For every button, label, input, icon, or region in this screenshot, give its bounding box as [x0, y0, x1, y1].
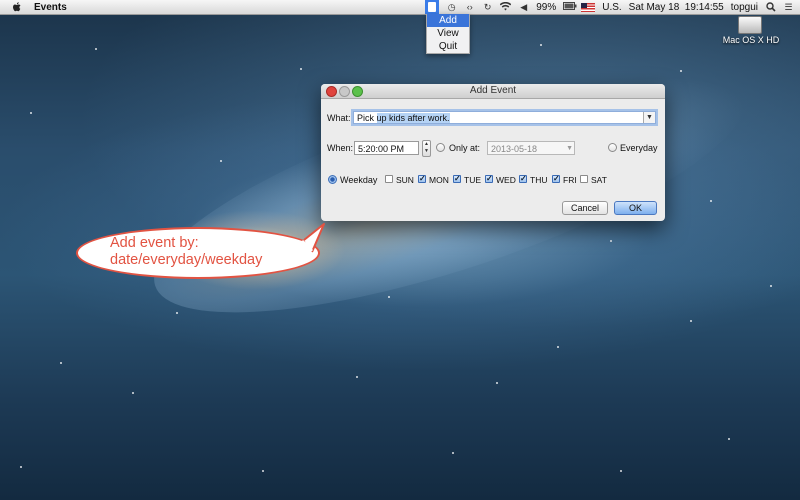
day-checkbox-tue[interactable]: ✓: [453, 175, 461, 183]
day-label-sun: SUN: [396, 175, 414, 185]
weekday-label: Weekday: [340, 175, 378, 185]
us-flag-icon[interactable]: [581, 2, 596, 12]
user-name[interactable]: topgui: [731, 0, 758, 14]
combo-dropdown-arrow-icon[interactable]: ▼: [643, 112, 655, 123]
time-field[interactable]: 5:20:00 PM: [354, 141, 419, 155]
spotlight-search-icon[interactable]: [765, 1, 776, 13]
day-checkbox-thu[interactable]: ✓: [519, 175, 527, 183]
callout-line-1: Add event by:: [110, 235, 199, 251]
when-label: When:: [327, 143, 354, 153]
what-text-selection: up kids after work.: [376, 113, 450, 123]
day-label-mon: MON: [429, 175, 449, 185]
what-label: What:: [327, 113, 351, 123]
remote-icon[interactable]: ‹›: [464, 2, 475, 13]
date-field-arrow-icon[interactable]: ▼: [566, 142, 573, 156]
cancel-button[interactable]: Cancel: [562, 201, 608, 215]
day-label-tue: TUE: [464, 175, 481, 185]
date-field-value: 2013-05-18: [491, 144, 538, 154]
hard-drive-label[interactable]: Mac OS X HD: [716, 35, 786, 45]
hard-drive-icon[interactable]: [738, 16, 762, 34]
menu-item-add[interactable]: Add: [427, 14, 469, 27]
everyday-radio[interactable]: [608, 143, 617, 152]
only-at-radio[interactable]: [436, 143, 445, 152]
apple-menu-icon[interactable]: [12, 1, 22, 13]
what-combo-input[interactable]: Pick up kids after work. ▼: [353, 111, 656, 124]
ok-button[interactable]: OK: [614, 201, 657, 215]
status-area: ◷ ‹› ↻ ◀ 99% U.S. Sat May 18 19:14:55 to…: [425, 0, 794, 14]
app-name-menu[interactable]: Events: [34, 2, 67, 13]
add-event-dialog: Add Event What: Pick up kids after work.…: [321, 84, 665, 221]
battery-percent[interactable]: 99%: [536, 0, 556, 14]
day-checkbox-fri[interactable]: ✓: [552, 175, 560, 183]
menu-item-view[interactable]: View: [427, 27, 469, 40]
day-checkbox-mon[interactable]: ✓: [418, 175, 426, 183]
what-text-prefix: Pick: [357, 113, 377, 123]
everyday-label: Everyday: [620, 143, 658, 153]
timemachine-icon[interactable]: ◷: [446, 2, 457, 13]
callout-line-2: date/everyday/weekday: [110, 252, 263, 268]
day-checkbox-sun[interactable]: [385, 175, 393, 183]
callout-bubble: Add event by: date/everyday/weekday: [76, 222, 326, 282]
notification-center-icon[interactable]: ☰: [783, 2, 794, 13]
day-checkbox-wed[interactable]: ✓: [485, 175, 493, 183]
day-checkbox-sat[interactable]: [580, 175, 588, 183]
input-source[interactable]: U.S.: [602, 0, 621, 14]
day-label-thu: THU: [530, 175, 548, 185]
day-label-wed: WED: [496, 175, 516, 185]
day-label-fri: FRI: [563, 175, 577, 185]
day-label-sat: SAT: [591, 175, 607, 185]
events-menu-extra[interactable]: [425, 0, 440, 14]
events-document-icon: [428, 2, 437, 12]
battery-icon[interactable]: [563, 1, 577, 13]
weekday-radio[interactable]: [328, 175, 337, 184]
wifi-icon[interactable]: [499, 1, 512, 13]
volume-icon[interactable]: ◀: [518, 2, 529, 13]
time-stepper[interactable]: ▲ ▼: [422, 140, 431, 157]
clock[interactable]: Sat May 18 19:14:55: [629, 0, 724, 14]
only-at-label: Only at:: [449, 143, 481, 153]
menu-item-quit[interactable]: Quit: [427, 40, 469, 53]
menu-bar: Events ◷ ‹› ↻ ◀ 99% U.S. Sat May 18 19:1…: [0, 0, 800, 15]
date-field[interactable]: 2013-05-18 ▼: [487, 141, 575, 155]
callout-text: Add event by: date/everyday/weekday: [110, 235, 290, 269]
dialog-titlebar[interactable]: Add Event: [321, 84, 665, 99]
sync-icon[interactable]: ↻: [482, 2, 493, 13]
events-dropdown-menu: Add View Quit: [426, 14, 470, 54]
dialog-title: Add Event: [469, 85, 517, 96]
